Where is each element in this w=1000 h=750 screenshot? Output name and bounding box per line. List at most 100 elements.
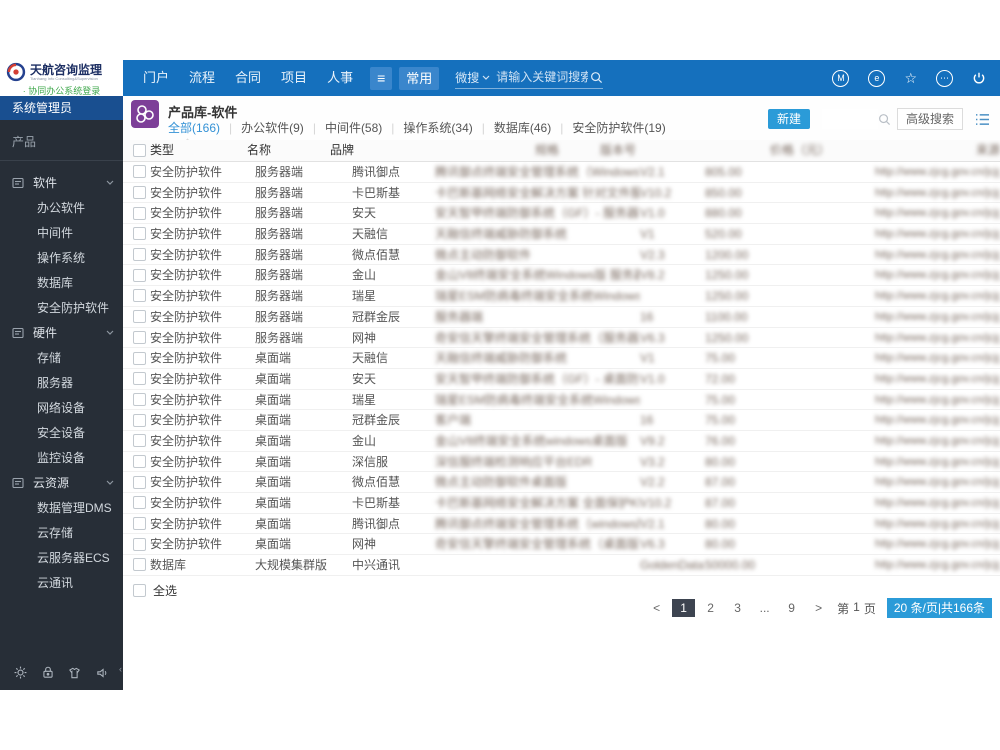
collapse-chevron-icon[interactable]: ‹ [119, 664, 122, 674]
table-row[interactable]: 安全防护软件 桌面端 金山 金山V8终端安全系统windows桌面版 V9.2 … [123, 431, 1000, 452]
search-scope-label[interactable]: 微搜 [455, 69, 479, 86]
table-row[interactable]: 安全防护软件 服务器端 网神 奇安信天擎终端安全管理系统（服务器版） V6.3 … [123, 328, 1000, 349]
row-checkbox[interactable] [133, 434, 146, 448]
search-input[interactable] [494, 69, 591, 85]
page-button[interactable]: 1 [672, 599, 696, 617]
power-icon[interactable] [972, 71, 986, 85]
table-row[interactable]: 安全防护软件 服务器端 微点佰慧 微点主动防御软件 V2.3 1200.00 h… [123, 245, 1000, 266]
row-checkbox[interactable] [133, 537, 146, 551]
nav-item[interactable]: 人事 [317, 60, 363, 96]
row-checkbox[interactable] [133, 227, 146, 241]
table-row[interactable]: 安全防护软件 服务器端 腾讯御点 腾讯御点终端安全管理系统（Windows版） … [123, 162, 1000, 183]
favorites-nav-button[interactable]: 常用 [399, 66, 440, 90]
chevron-down-icon[interactable] [482, 75, 490, 80]
sidebar-item[interactable]: 中间件 [0, 220, 123, 245]
table-search-input[interactable] [821, 109, 878, 129]
lock-icon[interactable] [41, 665, 55, 680]
sidebar-item[interactable]: 操作系统 [0, 245, 123, 270]
sidebar-item[interactable]: 云存储 [0, 520, 123, 545]
sidebar-item[interactable]: 云资源 [0, 470, 123, 495]
sidebar-item[interactable]: 云通讯 [0, 570, 123, 595]
row-checkbox[interactable] [133, 517, 146, 531]
column-header[interactable]: 名称 [247, 140, 330, 161]
table-row[interactable]: 安全防护软件 服务器端 天融信 天融信终端威胁防御系统 V1 520.00 ht… [123, 224, 1000, 245]
page-button[interactable]: 9 [780, 599, 803, 617]
sidebar-item[interactable]: 硬件 [0, 320, 123, 345]
sidebar-item[interactable]: 监控设备 [0, 445, 123, 470]
column-header[interactable]: 品牌 [330, 140, 535, 161]
speaker-icon[interactable] [95, 666, 110, 680]
sidebar-item[interactable]: 办公软件 [0, 195, 123, 220]
sidebar-item[interactable]: 服务器 [0, 370, 123, 395]
table-row[interactable]: 安全防护软件 桌面端 安天 安天智甲终端防御系统（GF）- 桌面防护版 V1.0… [123, 369, 1000, 390]
row-checkbox[interactable] [133, 351, 146, 365]
search-icon[interactable] [590, 71, 603, 84]
table-row[interactable]: 安全防护软件 桌面端 卡巴斯基 卡巴斯基网络安全解决方案 全面保护KES版 · … [123, 493, 1000, 514]
row-checkbox[interactable] [133, 186, 146, 200]
table-row[interactable]: 安全防护软件 桌面端 瑞星 瑞星ESM防病毒终端安全系统Windows版 桌面版… [123, 390, 1000, 411]
sidebar-item[interactable]: 数据库 [0, 270, 123, 295]
table-row[interactable]: 安全防护软件 桌面端 网神 奇安信天擎终端安全管理系统（桌面版） V6.3 80… [123, 534, 1000, 556]
m-badge-icon[interactable]: M [832, 69, 850, 87]
current-page-number[interactable]: 1 [853, 600, 860, 617]
menu-button[interactable]: ≡ [370, 66, 393, 90]
category-tab[interactable]: 数据库(46) [473, 119, 551, 136]
sidebar-item[interactable]: 存储 [0, 345, 123, 370]
row-checkbox[interactable] [133, 268, 146, 282]
row-checkbox[interactable] [133, 413, 146, 427]
settings-gear-icon[interactable] [13, 665, 28, 680]
oa-login-link[interactable]: · 协同办公系统登录 [6, 84, 117, 97]
row-checkbox[interactable] [133, 496, 146, 510]
column-header[interactable]: 来源 [976, 140, 1000, 161]
per-page-badge[interactable]: 20 条/页|共166条 [886, 598, 992, 618]
column-header[interactable]: 版本号 [600, 140, 770, 161]
select-all-checkbox[interactable] [133, 584, 146, 597]
more-icon[interactable]: ⋯ [936, 69, 953, 87]
table-row[interactable]: 安全防护软件 桌面端 冠群金辰 客户端 16 75.00 http://www.… [123, 410, 1000, 431]
row-checkbox[interactable] [133, 392, 146, 406]
page-button[interactable]: 2 [699, 599, 722, 617]
page-button[interactable]: 3 [726, 599, 749, 617]
table-row[interactable]: 安全防护软件 桌面端 深信服 深信服终端检测响应平台EDR V3.2 80.00… [123, 452, 1000, 473]
row-checkbox[interactable] [133, 558, 146, 572]
sidebar-item[interactable]: 数据管理DMS [0, 495, 123, 520]
page-button[interactable]: > [807, 599, 830, 617]
row-checkbox[interactable] [133, 248, 146, 262]
row-checkbox[interactable] [133, 310, 146, 324]
row-checkbox[interactable] [133, 454, 146, 468]
nav-item[interactable]: 门户 [133, 60, 179, 96]
nav-item[interactable]: 项目 [271, 60, 317, 96]
advanced-search-button[interactable]: 高级搜索 [896, 108, 963, 130]
column-header[interactable]: 价格（元） [770, 140, 976, 161]
nav-item[interactable]: 流程 [179, 60, 225, 96]
table-row[interactable]: 安全防护软件 服务器端 卡巴斯基 卡巴斯基网络安全解决方案 针对文件服务器 KE… [123, 183, 1000, 204]
sidebar-item[interactable]: 安全防护软件 [0, 295, 123, 320]
nav-item[interactable]: 合同 [225, 60, 271, 96]
search-icon[interactable] [878, 113, 891, 126]
category-tab[interactable]: 中间件(58) [304, 119, 382, 136]
row-checkbox[interactable] [133, 475, 146, 489]
category-tab[interactable]: 全部(166) [168, 119, 220, 136]
table-row[interactable]: 安全防护软件 桌面端 天融信 天融信终端威胁防御系统 V1 75.00 http… [123, 348, 1000, 369]
sidebar-item[interactable]: 网络设备 [0, 395, 123, 420]
select-all-header-checkbox[interactable] [133, 144, 146, 157]
row-checkbox[interactable] [133, 330, 146, 344]
list-view-icon[interactable] [975, 113, 990, 126]
page-button[interactable]: ... [753, 599, 776, 617]
category-tab[interactable]: 办公软件(9) [220, 119, 304, 136]
column-header[interactable]: 规格 [535, 140, 600, 161]
page-button[interactable]: < [645, 599, 668, 617]
row-checkbox[interactable] [133, 206, 146, 220]
category-tab[interactable]: 安全防护软件(19) [551, 119, 665, 136]
row-checkbox[interactable] [133, 372, 146, 386]
table-row[interactable]: 安全防护软件 服务器端 金山 金山V8终端安全系统Windows版 服务器端 V… [123, 265, 1000, 287]
theme-shirt-icon[interactable] [67, 666, 82, 680]
table-row[interactable]: 安全防护软件 服务器端 冠群金辰 服务器端 16 1100.00 http://… [123, 307, 1000, 328]
category-tab[interactable]: 操作系统(34) [382, 119, 472, 136]
sidebar-item[interactable]: 安全设备 [0, 420, 123, 445]
table-row[interactable]: 安全防护软件 服务器端 瑞星 瑞星ESM防病毒终端安全系统Windows版 服务… [123, 286, 1000, 307]
table-row[interactable]: 安全防护软件 服务器端 安天 安天智甲终端防御系统（GF）- 服务器防护版 V1… [123, 203, 1000, 225]
favorite-star-icon[interactable]: ☆ [904, 70, 917, 87]
sidebar-item[interactable]: 软件 [0, 170, 123, 195]
row-checkbox[interactable] [133, 165, 146, 179]
